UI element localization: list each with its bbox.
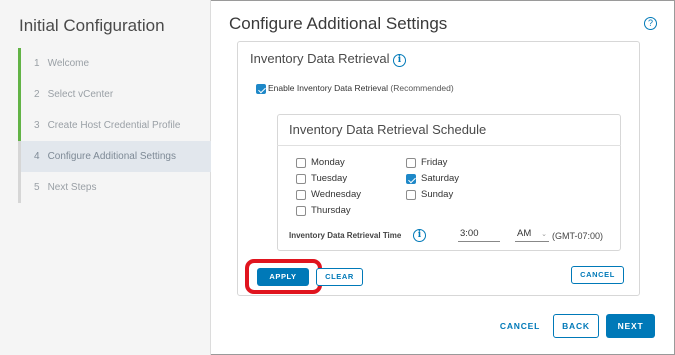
friday-checkbox[interactable]	[406, 158, 416, 168]
back-button[interactable]: BACK	[553, 314, 599, 338]
step-progress-bar	[18, 141, 21, 172]
friday-label: Friday	[421, 157, 448, 168]
step-create-host-credential-profile[interactable]: 3 Create Host Credential Profile	[18, 110, 211, 141]
step-next-steps[interactable]: 5 Next Steps	[18, 172, 211, 203]
step-number: 4	[34, 151, 40, 162]
thursday-checkbox[interactable]	[296, 206, 306, 216]
retrieval-time-label: Inventory Data Retrieval Time	[289, 231, 402, 240]
recommended-note: (Recommended)	[390, 83, 454, 93]
sunday-checkbox[interactable]	[406, 190, 416, 200]
monday-checkbox[interactable]	[296, 158, 306, 168]
thursday-label: Thursday	[311, 205, 351, 216]
step-progress-bar	[18, 110, 21, 141]
step-progress-bar	[18, 79, 21, 110]
enable-retrieval-label: Enable Inventory Data Retrieval (Recomme…	[268, 83, 454, 93]
info-icon[interactable]: i	[413, 229, 426, 242]
step-welcome[interactable]: 1 Welcome	[18, 48, 211, 79]
info-icon[interactable]: i	[393, 54, 406, 67]
step-label: Select vCenter	[47, 89, 114, 100]
tuesday-checkbox[interactable]	[296, 174, 306, 184]
page-title: Configure Additional Settings	[229, 14, 448, 33]
step-select-vcenter[interactable]: 2 Select vCenter	[18, 79, 211, 110]
schedule-cancel-button[interactable]: CANCEL	[571, 266, 624, 284]
tuesday-label: Tuesday	[311, 173, 348, 184]
monday-label: Monday	[311, 157, 345, 168]
enable-retrieval-text: Enable Inventory Data Retrieval	[268, 83, 389, 93]
step-label: Next Steps	[47, 182, 97, 193]
step-number: 2	[34, 89, 40, 100]
time-input[interactable]: 3:00	[458, 228, 500, 242]
wizard-title: Initial Configuration	[19, 16, 165, 35]
next-button[interactable]: NEXT	[606, 314, 655, 338]
clear-button[interactable]: CLEAR	[316, 268, 363, 286]
step-label: Configure Additional Settings	[47, 151, 176, 162]
chevron-down-icon: ⌄	[541, 231, 547, 238]
step-number: 3	[34, 120, 40, 131]
step-number: 5	[34, 182, 40, 193]
help-icon[interactable]: ?	[644, 17, 657, 30]
sunday-label: Sunday	[421, 189, 454, 200]
step-progress-bar	[18, 48, 21, 79]
step-progress-bar	[18, 172, 21, 203]
saturday-label: Saturday	[421, 173, 460, 184]
schedule-divider	[277, 145, 621, 146]
retrieval-section-title: Inventory Data Retrieval	[250, 51, 390, 66]
ampm-select[interactable]: AM ⌄	[515, 228, 549, 242]
step-number: 1	[34, 58, 40, 69]
saturday-checkbox[interactable]	[406, 174, 416, 184]
timezone-label: (GMT-07:00)	[552, 231, 604, 241]
step-configure-additional-settings[interactable]: 4 Configure Additional Settings	[18, 141, 211, 172]
highlight-annotation	[245, 259, 322, 294]
wednesday-checkbox[interactable]	[296, 190, 306, 200]
wednesday-label: Wednesday	[311, 189, 361, 200]
enable-retrieval-checkbox[interactable]	[256, 84, 266, 94]
ampm-value: AM	[517, 228, 532, 239]
schedule-title: Inventory Data Retrieval Schedule	[289, 122, 487, 137]
step-label: Create Host Credential Profile	[47, 120, 181, 131]
wizard-sidebar: Initial Configuration 1 Welcome 2 Select…	[0, 0, 211, 355]
cancel-button[interactable]: CANCEL	[494, 314, 546, 338]
wizard-steps: 1 Welcome 2 Select vCenter 3 Create Host…	[18, 48, 211, 203]
step-label: Welcome	[47, 58, 90, 69]
